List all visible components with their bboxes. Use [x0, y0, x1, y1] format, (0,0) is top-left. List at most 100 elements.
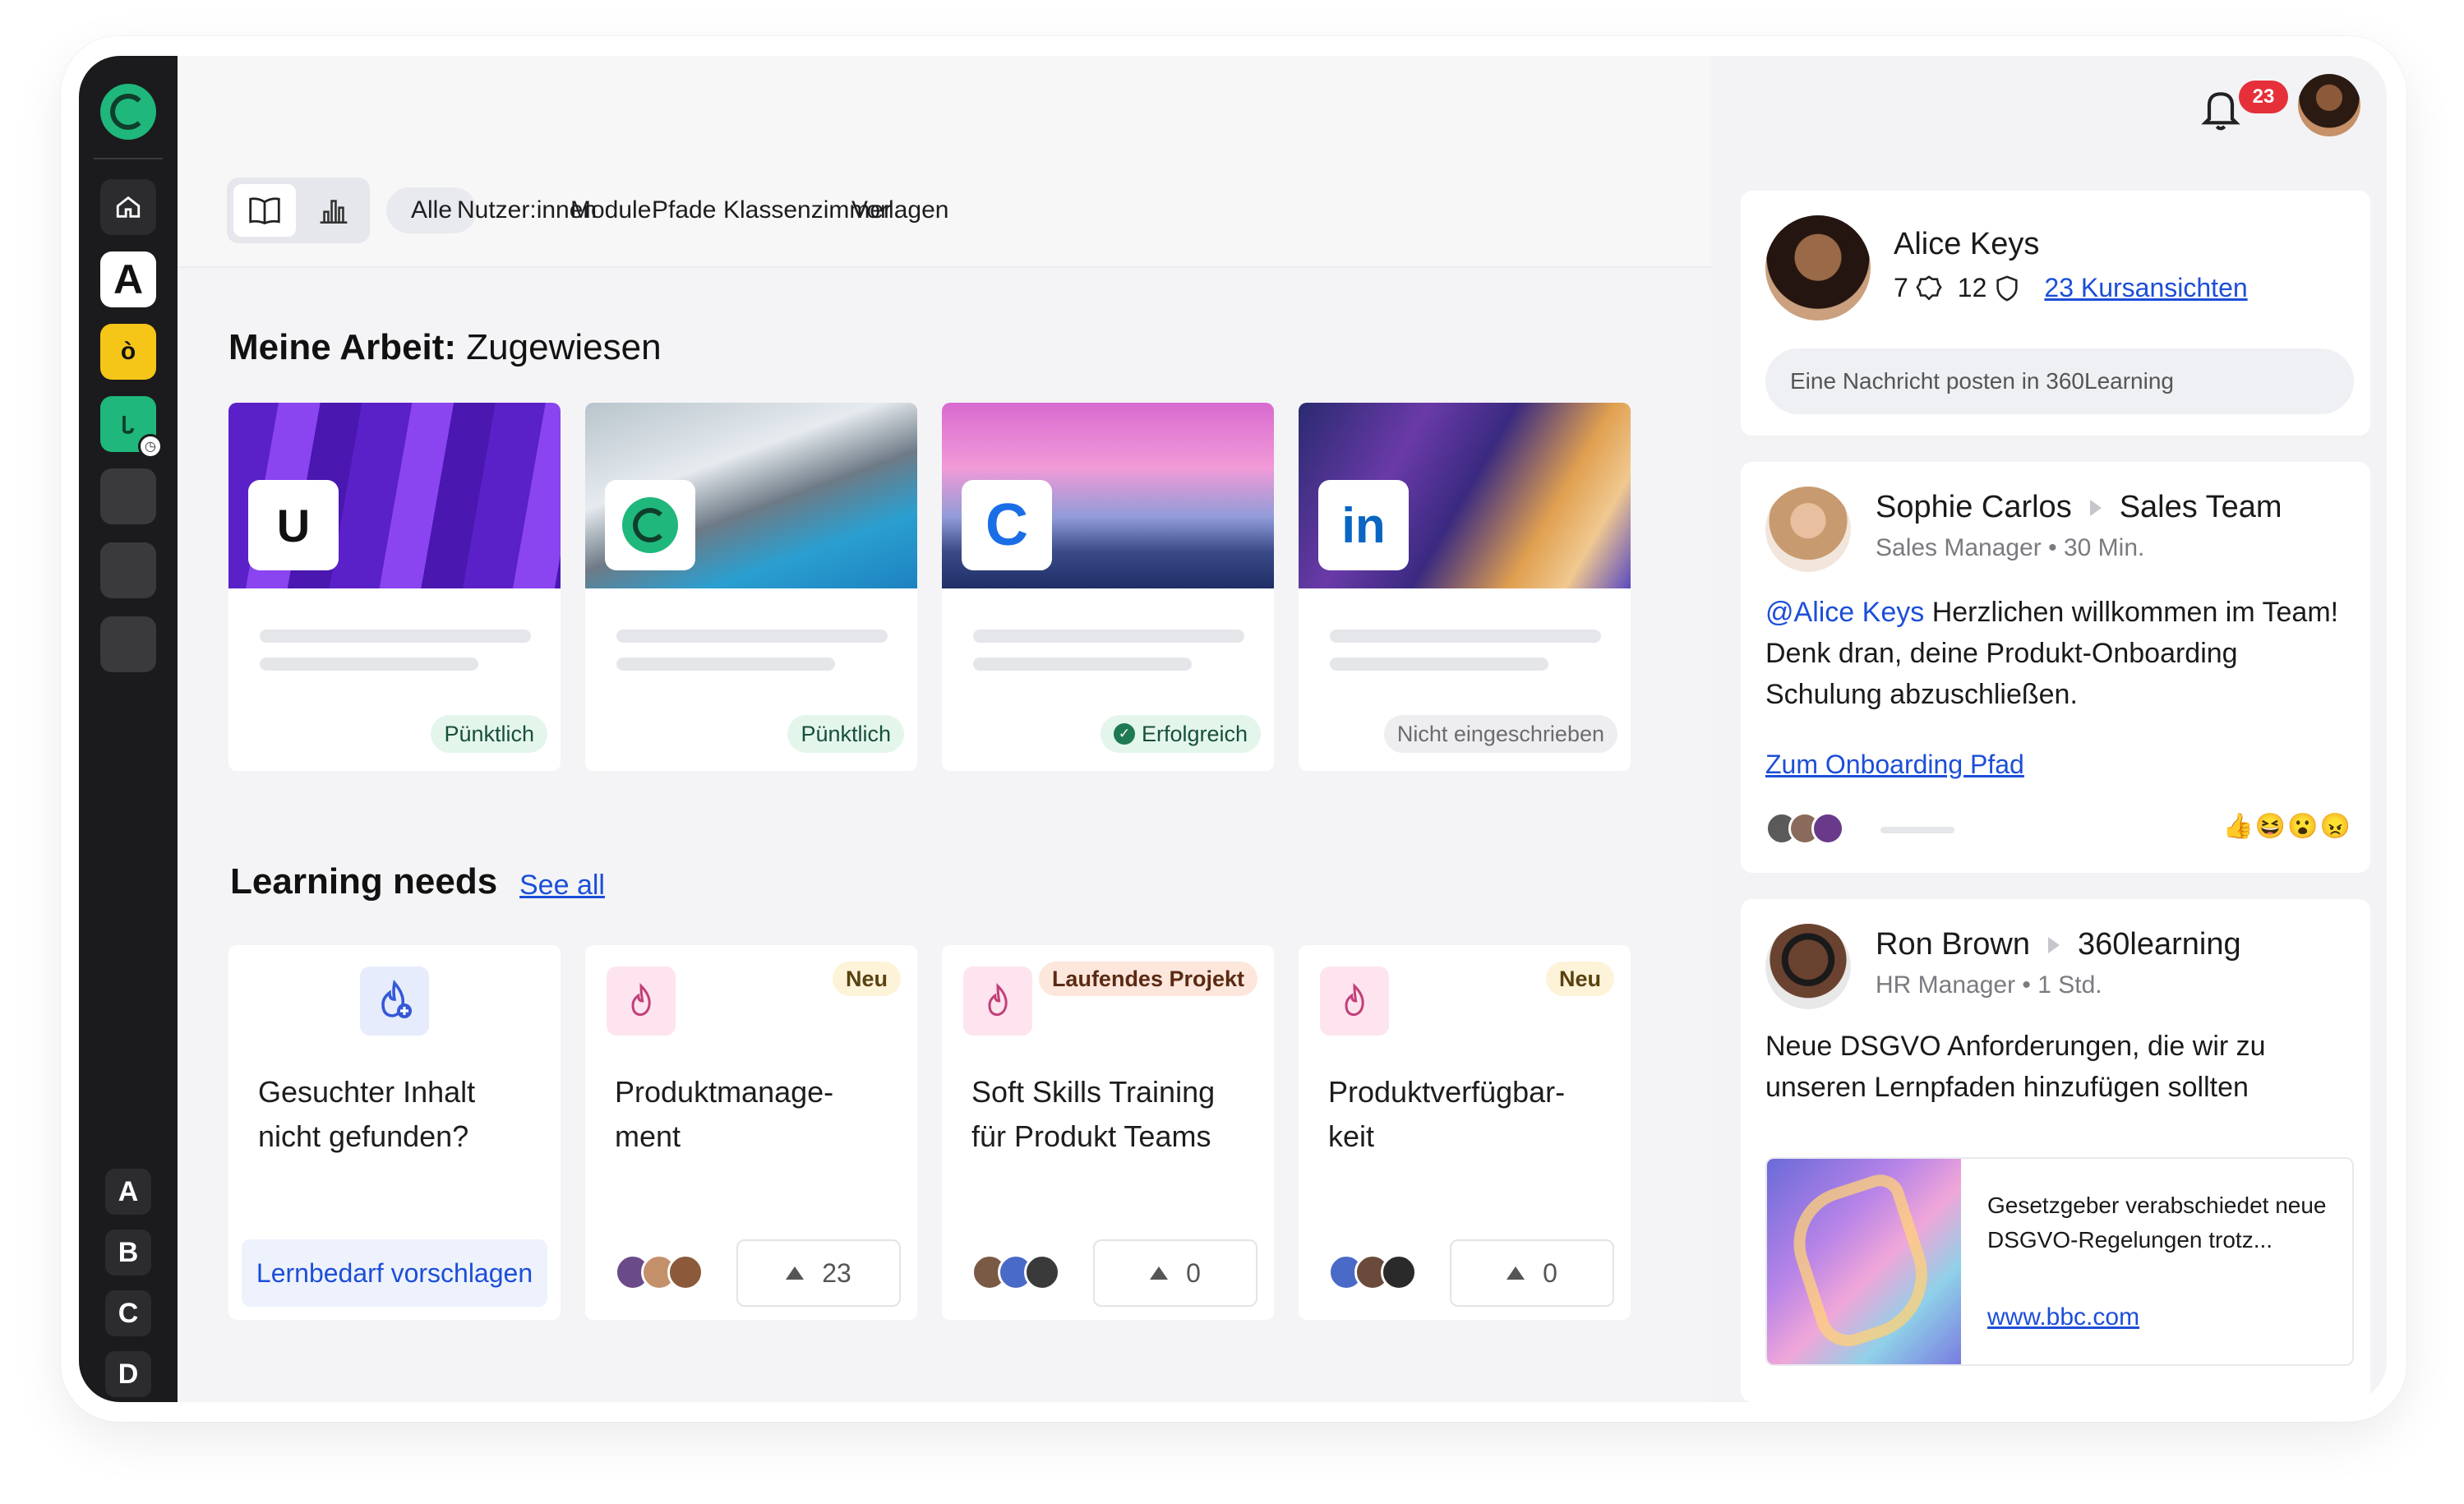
- sidebar-divider: [94, 158, 163, 159]
- learning-need-card[interactable]: Laufendes Projekt Soft Skills Training f…: [942, 945, 1274, 1320]
- udemy-logo-icon: U: [248, 480, 339, 570]
- status-badge: Nicht eingeschrieben: [1383, 715, 1617, 753]
- post-meta: Sales Manager • 30 Min.: [1876, 534, 2145, 561]
- upvote-button[interactable]: 0: [1093, 1239, 1257, 1307]
- sidebar-app-yellow[interactable]: ò: [100, 324, 156, 380]
- home-icon[interactable]: [100, 179, 156, 235]
- course-card[interactable]: in Nicht eingeschrieben: [1299, 403, 1631, 771]
- main-content: Alle Nutzer:innen Module Pfade Klassenzi…: [178, 56, 1711, 1402]
- onboarding-path-link[interactable]: Zum Onboarding Pfad: [1765, 750, 2024, 780]
- avatar-stack: [971, 1254, 1060, 1290]
- upvote-button[interactable]: 0: [1450, 1239, 1614, 1307]
- flame-plus-icon: [360, 967, 429, 1036]
- shield-icon: [1993, 275, 2021, 302]
- arrow-right-icon: [2089, 499, 2102, 516]
- skeleton-line: [1330, 657, 1548, 671]
- avatar: [667, 1254, 704, 1290]
- coursera-logo-icon: C: [962, 480, 1052, 570]
- profile-card: Alice Keys 7 12 23 Kursansichten Eine Na…: [1741, 191, 2370, 436]
- avatar[interactable]: [1765, 215, 1871, 321]
- status-badge: Pünktlich: [787, 715, 904, 753]
- in-progress-badge: Laufendes Projekt: [1038, 962, 1257, 996]
- link-preview-title: Gesetzgeber verabschiedet neue DSGVO-Reg…: [1987, 1193, 2327, 1253]
- post-group[interactable]: Sales Team: [2120, 490, 2282, 525]
- course-card[interactable]: Pünktlich: [585, 403, 917, 771]
- status-badge: Pünktlich: [431, 715, 547, 753]
- avatar: [1381, 1254, 1417, 1290]
- flame-icon: [963, 967, 1032, 1036]
- sidebar-letter-b[interactable]: B: [105, 1229, 151, 1276]
- sidebar-letter-c[interactable]: C: [105, 1290, 151, 1336]
- linkedin-logo-icon: in: [1318, 480, 1409, 570]
- upvote-button[interactable]: 23: [736, 1239, 901, 1307]
- learning-need-card[interactable]: Neu Produktverfügbar-keit 0: [1299, 945, 1631, 1320]
- post-author[interactable]: Sophie Carlos: [1876, 490, 2072, 525]
- sidebar-letter-d[interactable]: D: [105, 1351, 151, 1397]
- link-preview-url[interactable]: www.bbc.com: [1987, 1303, 2139, 1331]
- learning-need-card[interactable]: Neu Produktmanage-ment 23: [585, 945, 917, 1320]
- filter-tab-module[interactable]: Module: [570, 187, 651, 233]
- filter-tab-pfade[interactable]: Pfade: [652, 187, 716, 233]
- reactions[interactable]: 👍 😆 😮 😠: [2223, 812, 2351, 841]
- avatar: [1024, 1254, 1060, 1290]
- profile-stats: 7 12 23 Kursansichten: [1894, 273, 2248, 303]
- skeleton-line: [616, 657, 835, 671]
- my-work-title: Meine Arbeit: Zugewiesen: [228, 327, 662, 367]
- skeleton-line: [1330, 630, 1601, 643]
- post-text: Neue DSGVO Anforderungen, die wir zu uns…: [1765, 1031, 2266, 1103]
- course-card[interactable]: C ✓ Erfolgreich: [942, 403, 1274, 771]
- angry-emoji-icon: 😠: [2319, 813, 2351, 840]
- flame-icon: [1320, 967, 1389, 1036]
- course-card[interactable]: U Pünktlich: [228, 403, 561, 771]
- course-views-link[interactable]: 23 Kursansichten: [2044, 273, 2247, 303]
- feed-post: Sophie Carlos Sales Team Sales Manager •…: [1741, 462, 2370, 873]
- check-icon: ✓: [1113, 723, 1135, 745]
- upvote-icon: [1507, 1266, 1525, 1280]
- new-badge: Neu: [1545, 962, 1614, 996]
- surprised-emoji-icon: 😮: [2287, 813, 2319, 840]
- status-badge: ✓ Erfolgreich: [1100, 715, 1261, 753]
- badge-icon: [1915, 275, 1943, 302]
- suggest-need-button[interactable]: Lernbedarf vorschlagen: [242, 1239, 547, 1307]
- filter-tab-vorlagen[interactable]: Vorlagen: [851, 187, 948, 233]
- app-window: A ò ◷ A B C D Alle Nutzer:innen Module P…: [79, 56, 2387, 1402]
- activity-panel: Alice Keys 7 12 23 Kursansichten Eine Na…: [1711, 56, 2387, 1402]
- brand-logo-icon[interactable]: [100, 84, 156, 140]
- avatar: [1811, 812, 1844, 845]
- chart-view-icon[interactable]: [302, 184, 365, 237]
- post-group[interactable]: 360learning: [2078, 927, 2241, 962]
- need-title: Produktmanage-ment: [615, 1075, 834, 1153]
- skeleton-line: [260, 657, 478, 671]
- link-preview-image: [1767, 1159, 1961, 1364]
- post-header: Ron Brown 360learning: [1876, 927, 2241, 962]
- book-view-icon[interactable]: [233, 184, 296, 237]
- post-message-input[interactable]: Eine Nachricht posten in 360Learning: [1765, 348, 2354, 414]
- clock-icon: ◷: [138, 434, 163, 459]
- link-preview-card[interactable]: Gesetzgeber verabschiedet neue DSGVO-Reg…: [1765, 1157, 2354, 1366]
- avatar-stack: [1765, 812, 1844, 845]
- sidebar-app-placeholder[interactable]: [100, 616, 156, 672]
- learning-need-card: Gesuchter Inhalt nicht gefunden? Lernbed…: [228, 945, 561, 1320]
- skeleton-line: [260, 630, 531, 643]
- skeleton-line: [973, 630, 1244, 643]
- avatar[interactable]: [1765, 487, 1851, 572]
- view-toggle: [227, 178, 370, 243]
- avatar-stack: [615, 1254, 704, 1290]
- brand-logo-icon: [605, 480, 695, 570]
- see-all-link[interactable]: See all: [519, 870, 605, 902]
- upvote-icon: [1150, 1266, 1169, 1280]
- post-author[interactable]: Ron Brown: [1876, 927, 2030, 962]
- learning-needs-title: Learning needs: [230, 861, 498, 902]
- avatar-stack: [1328, 1254, 1417, 1290]
- mention-link[interactable]: @Alice Keys: [1765, 597, 1924, 628]
- sidebar-letter-a[interactable]: A: [105, 1169, 151, 1215]
- skeleton-line: [973, 657, 1192, 671]
- need-title: Produktverfügbar-keit: [1328, 1075, 1566, 1153]
- avatar[interactable]: [1765, 924, 1851, 1009]
- sidebar-app-green[interactable]: ◷: [100, 396, 163, 459]
- user-avatar[interactable]: [2298, 74, 2360, 136]
- sidebar-app-a[interactable]: A: [100, 251, 156, 307]
- post-text: @Alice Keys Herzlichen willkommen im Tea…: [1765, 597, 2339, 710]
- sidebar-app-placeholder[interactable]: [100, 468, 156, 524]
- sidebar-app-placeholder[interactable]: [100, 542, 156, 598]
